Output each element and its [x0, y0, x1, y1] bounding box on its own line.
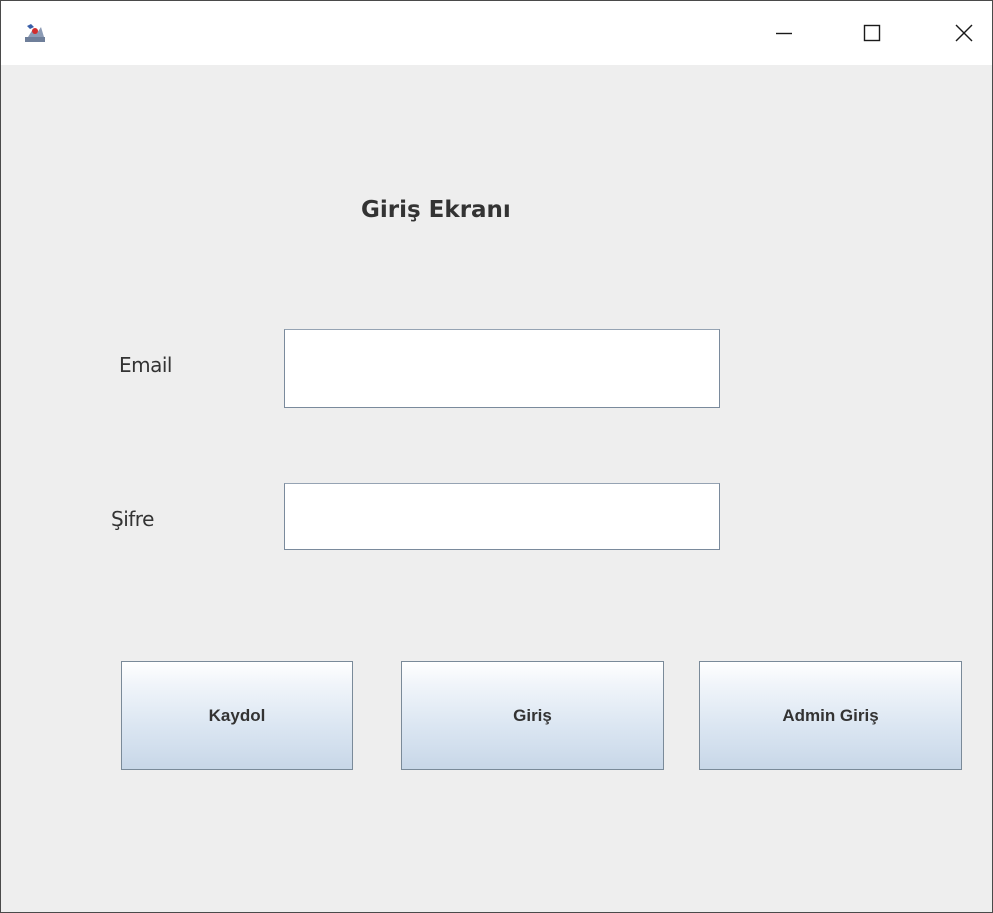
email-label: Email [119, 353, 173, 377]
register-button[interactable]: Kaydol [121, 661, 353, 770]
minimize-button[interactable] [761, 13, 807, 53]
login-window: Giriş Ekranı Email Şifre Kaydol Giriş Ad… [0, 0, 993, 913]
page-title: Giriş Ekranı [361, 197, 511, 223]
password-label: Şifre [111, 507, 154, 531]
password-field[interactable] [284, 483, 720, 550]
close-button[interactable] [941, 13, 987, 53]
login-button[interactable]: Giriş [401, 661, 664, 770]
admin-login-button[interactable]: Admin Giriş [699, 661, 962, 770]
email-field[interactable] [284, 329, 720, 408]
maximize-button[interactable] [849, 13, 895, 53]
title-bar[interactable] [1, 1, 992, 65]
maximize-icon [862, 23, 882, 43]
java-app-icon [25, 23, 45, 43]
close-icon [954, 23, 974, 43]
minimize-icon [774, 23, 794, 43]
